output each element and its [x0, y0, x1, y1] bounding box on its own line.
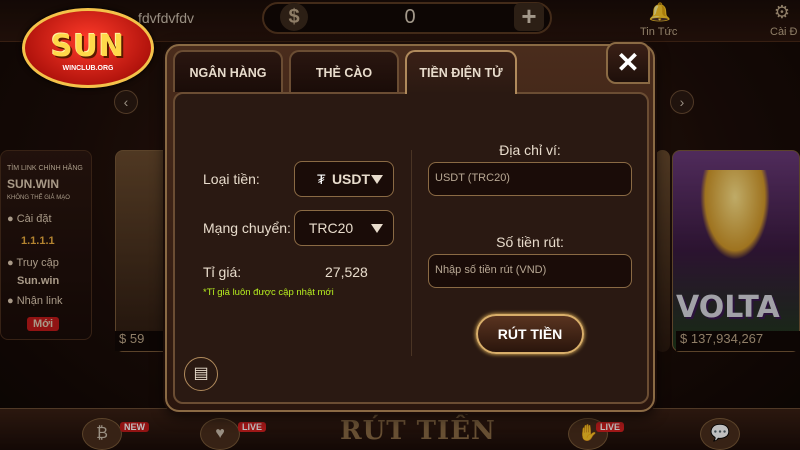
history-icon[interactable]: ▤ [184, 357, 218, 391]
logo-subtext: WINCLUB.ORG [62, 65, 114, 72]
amount-label: Số tiền rút: [496, 234, 564, 250]
wallet-address-input[interactable]: USDT (TRC20) [428, 162, 632, 196]
wallet-label: Địa chỉ ví: [499, 142, 561, 158]
withdraw-button[interactable]: RÚT TIỀN [476, 314, 584, 354]
rate-label: Tỉ giá: [203, 264, 242, 280]
currency-label: Loại tiền: [203, 171, 260, 187]
sun-win-logo: SUN WINCLUB.ORG [22, 8, 154, 88]
logo-text: SUN [50, 29, 126, 64]
tab-card[interactable]: THẺ CÀO [289, 50, 399, 92]
network-select[interactable]: TRC20 [294, 210, 394, 246]
amount-input[interactable]: Nhập số tiền rút (VND) [428, 254, 632, 288]
network-label: Mạng chuyển: [203, 220, 291, 236]
close-button[interactable]: ✕ [606, 42, 650, 84]
currency-select[interactable]: ₮ USDT [294, 161, 394, 197]
rate-value: 27,528 [325, 264, 368, 280]
tab-bank[interactable]: NGÂN HÀNG [173, 50, 283, 92]
rate-note: *Tỉ giá luôn được cập nhật mới [203, 287, 334, 298]
tab-crypto[interactable]: TIỀN ĐIỆN TỬ [405, 50, 517, 94]
column-divider [411, 150, 412, 356]
network-value: TRC20 [308, 220, 354, 236]
chevron-down-icon [371, 224, 383, 233]
chevron-down-icon [371, 175, 383, 184]
